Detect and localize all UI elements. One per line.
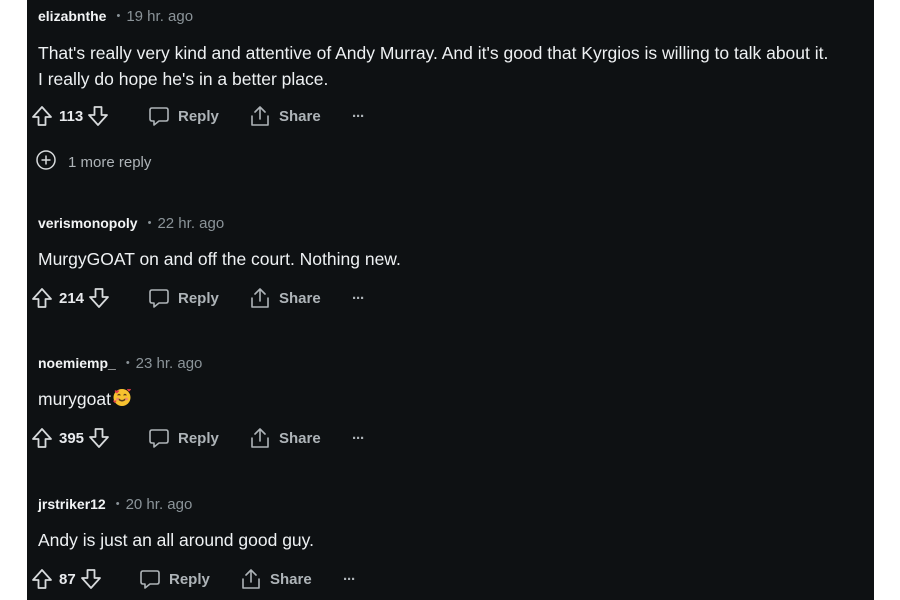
comment-actions: 87 Reply Share ··· <box>31 565 531 593</box>
reply-button[interactable]: Reply <box>148 102 219 130</box>
share-button[interactable]: Share <box>240 565 312 593</box>
share-icon <box>249 105 271 127</box>
reply-icon <box>148 105 170 127</box>
overflow-menu-label: ··· <box>352 429 365 447</box>
share-icon <box>240 568 262 590</box>
vote-count: 87 <box>59 570 76 588</box>
separator-dot: • <box>147 217 152 229</box>
comment-meta: verismonopoly • 22 hr. ago <box>38 213 224 233</box>
comment-actions: 113 Reply Share ··· <box>31 102 531 130</box>
smiling-face-with-hearts-icon <box>112 387 132 414</box>
reply-button[interactable]: Reply <box>148 424 219 452</box>
upvote-icon[interactable] <box>31 287 53 309</box>
vote-group: 113 <box>31 102 109 130</box>
comments-panel: elizabnthe • 19 hr. ago That's really ve… <box>27 0 874 600</box>
comment-author[interactable]: elizabnthe <box>38 8 106 24</box>
comment-text-line: I really do hope he's in a better place. <box>38 69 329 89</box>
more-replies-label: 1 more reply <box>68 153 152 171</box>
share-label: Share <box>279 289 321 307</box>
reply-icon <box>139 568 161 590</box>
reply-label: Reply <box>178 429 219 447</box>
comment-timestamp: 19 hr. ago <box>126 7 194 25</box>
reply-icon <box>148 427 170 449</box>
comment-body: murygoat <box>38 386 132 414</box>
downvote-icon[interactable] <box>88 427 110 449</box>
share-icon <box>249 427 271 449</box>
share-icon <box>249 287 271 309</box>
reply-label: Reply <box>169 570 210 588</box>
comment-text-line: Andy is just an all around good guy. <box>38 530 314 550</box>
overflow-menu-label: ··· <box>352 107 365 125</box>
overflow-menu-icon[interactable]: ··· <box>343 565 356 593</box>
reply-button[interactable]: Reply <box>148 284 219 312</box>
reply-button[interactable]: Reply <box>139 565 210 593</box>
share-button[interactable]: Share <box>249 424 321 452</box>
overflow-menu-label: ··· <box>352 289 365 307</box>
vote-group: 395 <box>31 424 110 452</box>
downvote-icon[interactable] <box>88 287 110 309</box>
share-button[interactable]: Share <box>249 102 321 130</box>
downvote-icon[interactable] <box>80 568 102 590</box>
comment-timestamp: 22 hr. ago <box>157 214 225 232</box>
upvote-icon[interactable] <box>31 427 53 449</box>
comment-text-line: MurgyGOAT on and off the court. Nothing … <box>38 249 401 269</box>
vote-group: 214 <box>31 284 110 312</box>
downvote-icon[interactable] <box>87 105 109 127</box>
comment-timestamp: 20 hr. ago <box>125 495 193 513</box>
comment-text: murygoat <box>38 389 111 409</box>
comment-meta: jrstriker12 • 20 hr. ago <box>38 494 192 514</box>
comment-author[interactable]: noemiemp_ <box>38 355 116 371</box>
comment-body: Andy is just an all around good guy. <box>38 527 314 553</box>
expand-replies-icon <box>35 149 57 176</box>
comment-author[interactable]: jrstriker12 <box>38 496 106 512</box>
comment-meta: elizabnthe • 19 hr. ago <box>38 6 193 26</box>
overflow-menu-icon[interactable]: ··· <box>352 102 365 130</box>
share-label: Share <box>279 429 321 447</box>
separator-dot: • <box>125 357 130 369</box>
comment-meta: noemiemp_ • 23 hr. ago <box>38 353 202 373</box>
overflow-menu-icon[interactable]: ··· <box>352 424 365 452</box>
reply-icon <box>148 287 170 309</box>
reply-label: Reply <box>178 289 219 307</box>
separator-dot: • <box>115 498 120 510</box>
overflow-menu-label: ··· <box>343 570 356 588</box>
more-replies-button[interactable]: 1 more reply <box>35 149 151 175</box>
share-label: Share <box>270 570 312 588</box>
comment-text-line: murygoat <box>38 386 132 414</box>
comment-body: That's really very kind and attentive of… <box>38 40 828 92</box>
overflow-menu-icon[interactable]: ··· <box>352 284 365 312</box>
upvote-icon[interactable] <box>31 568 53 590</box>
vote-count: 214 <box>59 289 85 307</box>
upvote-icon[interactable] <box>31 105 53 127</box>
comment-author[interactable]: verismonopoly <box>38 215 138 231</box>
share-button[interactable]: Share <box>249 284 321 312</box>
vote-count: 113 <box>59 107 84 125</box>
reply-label: Reply <box>178 107 219 125</box>
vote-group: 87 <box>31 565 102 593</box>
vote-count: 395 <box>59 429 85 447</box>
comment-timestamp: 23 hr. ago <box>135 354 203 372</box>
comment-text-line: That's really very kind and attentive of… <box>38 43 829 63</box>
comment-actions: 395 Reply Share ··· <box>31 424 531 452</box>
comment-actions: 214 Reply Share ··· <box>31 284 531 312</box>
separator-dot: • <box>116 10 121 22</box>
share-label: Share <box>279 107 321 125</box>
comment-body: MurgyGOAT on and off the court. Nothing … <box>38 246 401 272</box>
